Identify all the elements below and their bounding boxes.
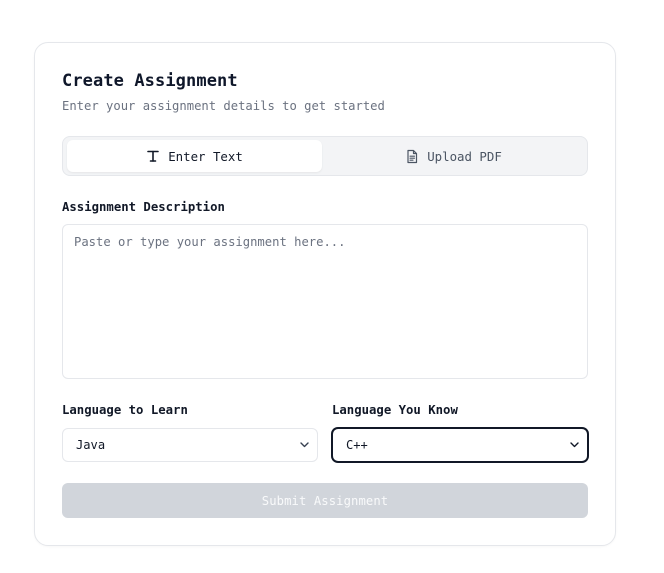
form-title: Create Assignment [62,71,238,91]
text-icon [146,149,160,163]
language-to-learn-label: Language to Learn [62,403,188,417]
tab-enter-text-label: Enter Text [168,148,243,164]
tab-upload-pdf[interactable]: Upload PDF [326,140,581,172]
assignment-description-input[interactable] [62,224,588,379]
document-icon [405,149,419,164]
assignment-description-label: Assignment Description [62,200,225,214]
submit-assignment-button[interactable]: Submit Assignment [62,483,588,518]
chevron-down-icon [299,440,309,450]
tab-upload-pdf-label: Upload PDF [427,148,502,164]
language-to-learn-value: Java [76,438,106,452]
language-you-know-select[interactable]: C++ [332,428,588,462]
form-subtitle: Enter your assignment details to get sta… [62,99,385,113]
tab-enter-text[interactable]: Enter Text [67,140,322,172]
input-mode-tabs: Enter Text Upload PDF [62,136,588,176]
chevron-down-icon [569,440,579,450]
language-you-know-value: C++ [346,438,368,452]
language-you-know-label: Language You Know [332,403,458,417]
language-to-learn-select[interactable]: Java [62,428,318,462]
